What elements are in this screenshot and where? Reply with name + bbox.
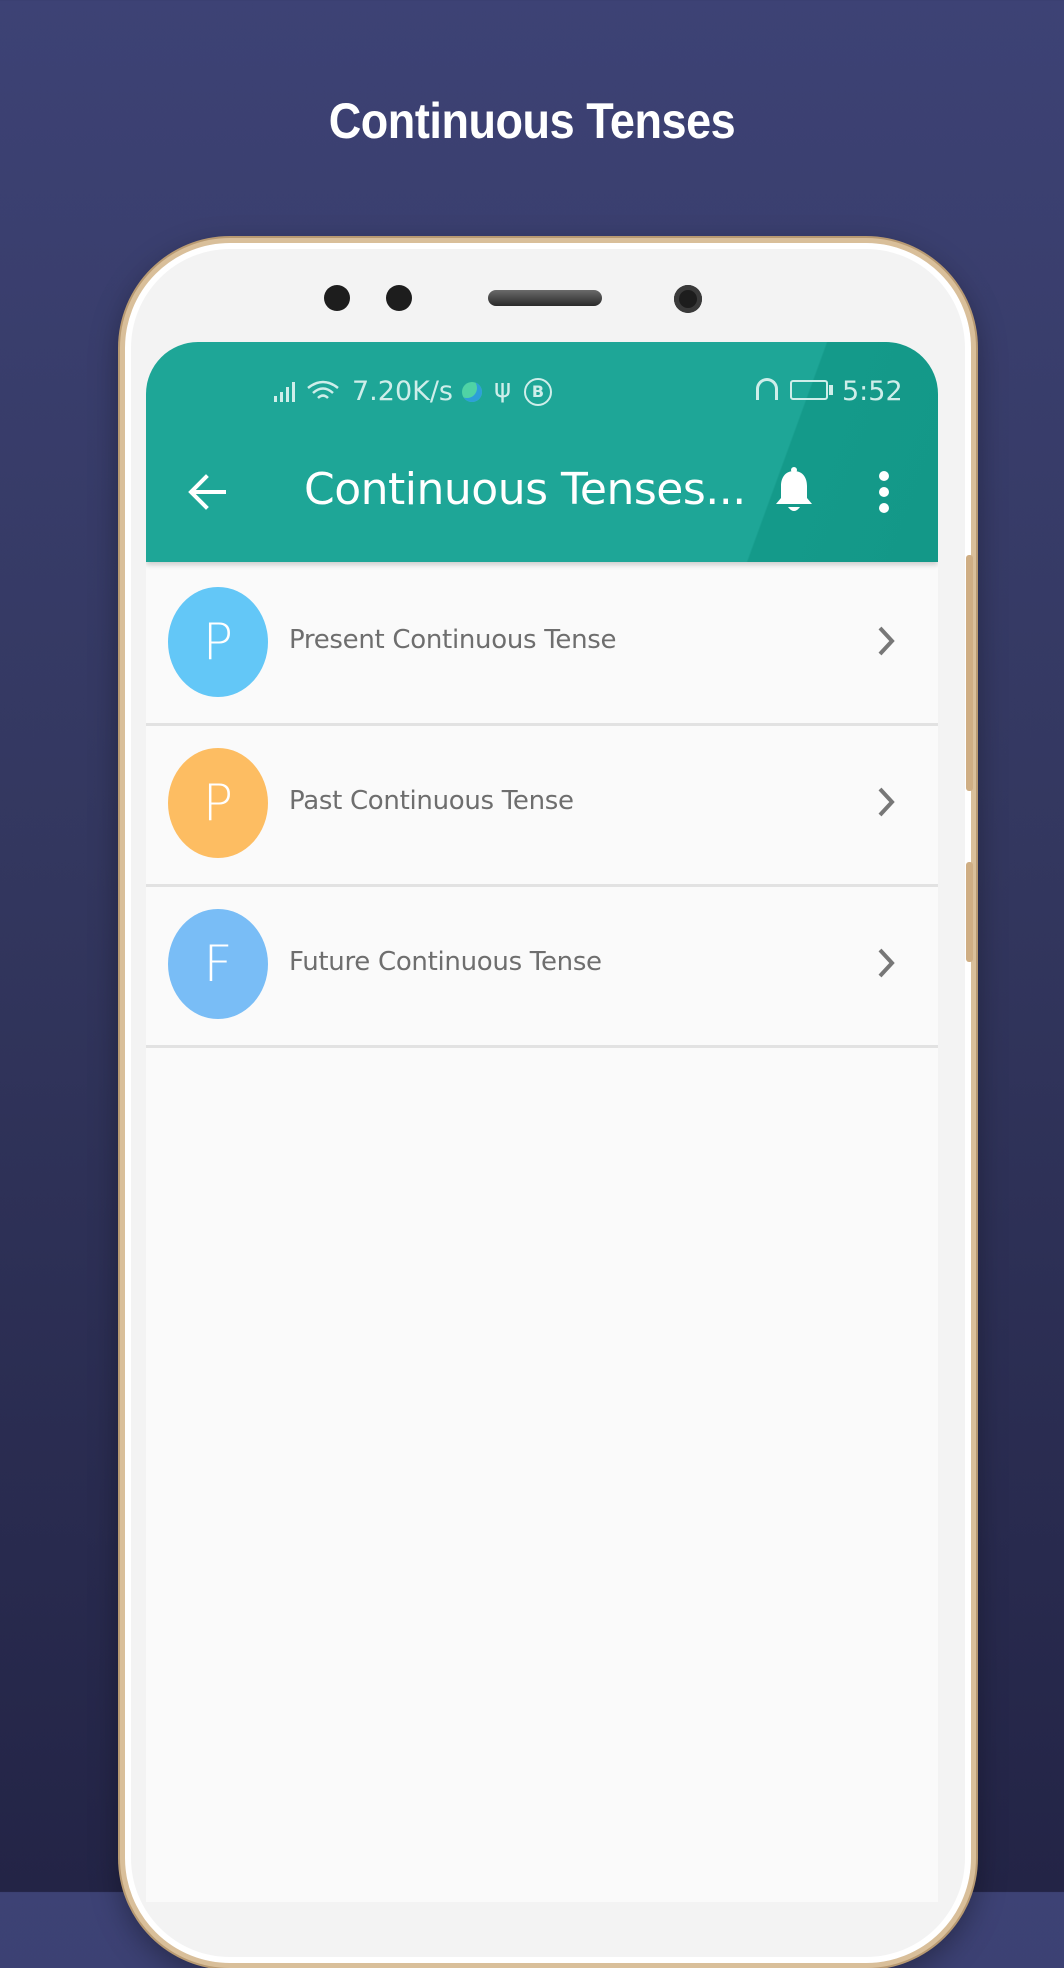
arrow-left-icon[interactable] <box>186 472 228 512</box>
more-vertical-icon[interactable] <box>876 470 892 514</box>
toolbar-title: Continuous Tenses... <box>304 464 746 515</box>
battery-tip-icon <box>829 385 833 395</box>
earpiece-speaker <box>488 290 602 306</box>
letter-avatar: P <box>168 587 268 697</box>
proximity-sensor-icon <box>386 285 412 311</box>
bell-icon[interactable] <box>774 467 814 515</box>
chevron-right-icon <box>878 948 895 978</box>
letter-avatar: P <box>168 748 268 858</box>
volume-button <box>966 555 973 791</box>
globe-icon <box>462 382 482 402</box>
list-item-future[interactable]: F Future Continuous Tense <box>146 885 938 1048</box>
power-button <box>966 862 973 962</box>
list-item-past[interactable]: P Past Continuous Tense <box>146 724 938 887</box>
status-time: 5:52 <box>842 376 903 407</box>
list-item-label: Past Continuous Tense <box>289 786 574 816</box>
letter-avatar: F <box>168 909 268 1019</box>
list-item-label: Present Continuous Tense <box>289 625 617 655</box>
network-speed: 7.20K/s <box>352 376 453 407</box>
app-bar: 7.20K/s ψ B 5:52 Continuous Tenses... <box>146 342 938 562</box>
status-bar: 7.20K/s ψ B 5:52 <box>146 372 938 412</box>
headphone-icon <box>756 378 778 400</box>
chevron-right-icon <box>878 787 895 817</box>
promo-title: Continuous Tenses <box>328 93 736 149</box>
battery-icon <box>790 380 828 400</box>
chevron-right-icon <box>878 626 895 656</box>
list-item-present[interactable]: P Present Continuous Tense <box>146 563 938 726</box>
signal-icon <box>274 382 295 402</box>
usb-icon: ψ <box>494 374 512 404</box>
sensor-icon <box>324 285 350 311</box>
b-badge-icon: B <box>524 378 552 406</box>
wifi-icon <box>307 380 339 399</box>
phone-screen: 7.20K/s ψ B 5:52 Continuous Tenses... P … <box>146 342 938 1902</box>
list-item-label: Future Continuous Tense <box>289 947 602 977</box>
front-camera-icon <box>674 285 702 313</box>
